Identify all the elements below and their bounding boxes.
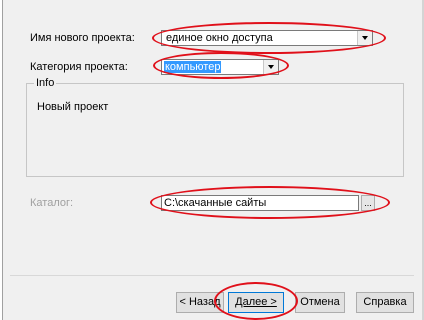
back-button[interactable]: < Назад <box>176 292 224 313</box>
help-button[interactable]: Справка <box>356 292 414 313</box>
project-name-label: Имя нового проекта: <box>30 32 135 44</box>
category-combobox[interactable]: компьютер <box>161 59 279 75</box>
catalog-path-value: C:\скачанные сайты <box>164 197 267 209</box>
category-label: Категория проекта: <box>30 61 128 73</box>
catalog-path-field[interactable]: C:\скачанные сайты <box>161 195 359 211</box>
next-button[interactable]: Далее > <box>228 292 284 313</box>
category-value: компьютер <box>164 61 222 73</box>
project-name-combobox[interactable]: единое окно доступа <box>161 30 373 46</box>
next-button-label: Далее > <box>235 296 277 308</box>
cancel-button-label: Отмена <box>300 296 340 308</box>
cancel-button[interactable]: Отмена <box>295 292 345 313</box>
browse-button[interactable]: ... <box>361 195 375 211</box>
project-name-dropdown-arrow-icon[interactable] <box>357 31 372 45</box>
new-project-dialog: Имя нового проекта: единое окно доступа … <box>0 0 424 320</box>
footer-separator <box>10 275 414 276</box>
category-dropdown-arrow-icon[interactable] <box>263 60 278 74</box>
info-groupbox: Info Новый проект <box>26 77 404 177</box>
help-button-label: Справка <box>363 296 407 308</box>
info-legend: Info <box>34 77 57 89</box>
project-name-value: единое окно доступа <box>166 32 273 44</box>
back-button-label: < Назад <box>179 296 221 308</box>
catalog-label: Каталог: <box>30 197 74 209</box>
info-description: Новый проект <box>37 101 109 113</box>
panel-left-edge <box>0 0 3 320</box>
